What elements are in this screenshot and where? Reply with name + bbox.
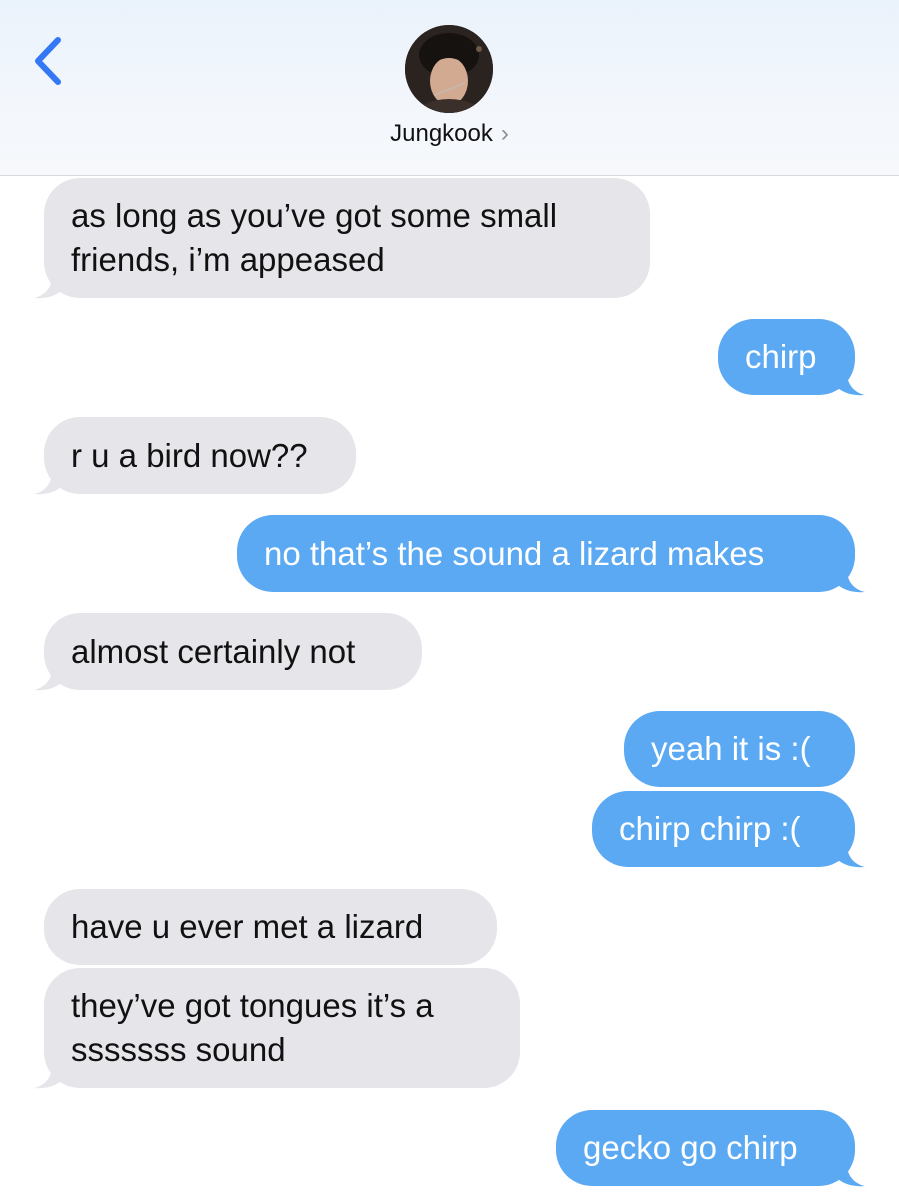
contact-avatar[interactable] [405, 25, 493, 113]
outgoing-bubble-tail [837, 570, 865, 593]
avatar-photo [405, 25, 493, 113]
incoming-bubble-tail [34, 668, 62, 691]
contact-name-button[interactable]: Jungkook › [0, 120, 899, 148]
incoming-bubble-tail [34, 1066, 62, 1089]
outgoing-bubble-tail [837, 1164, 865, 1187]
incoming-message[interactable]: r u a bird now?? [44, 417, 356, 494]
outgoing-bubble-tail [837, 845, 865, 868]
incoming-message[interactable]: they’ve got tongues it’s a sssssss sound [44, 968, 520, 1088]
outgoing-message[interactable]: yeah it is :( [624, 711, 855, 787]
conversation-header: Jungkook › [0, 0, 899, 176]
incoming-bubble-tail [34, 276, 62, 299]
outgoing-bubble-tail [837, 373, 865, 396]
contact-name: Jungkook [390, 120, 493, 147]
incoming-message[interactable]: have u ever met a lizard [44, 889, 497, 965]
outgoing-message[interactable]: gecko go chirp [556, 1110, 855, 1186]
incoming-message[interactable]: almost certainly not [44, 613, 422, 690]
incoming-bubble-tail [34, 472, 62, 495]
chevron-left-icon [35, 37, 61, 85]
chevron-right-icon: › [500, 120, 509, 147]
back-button[interactable] [24, 30, 74, 90]
incoming-message[interactable]: as long as you’ve got some small friends… [44, 178, 650, 298]
outgoing-message[interactable]: no that’s the sound a lizard makes [237, 515, 855, 592]
outgoing-message[interactable]: chirp chirp :( [592, 791, 855, 867]
outgoing-message[interactable]: chirp [718, 319, 855, 395]
